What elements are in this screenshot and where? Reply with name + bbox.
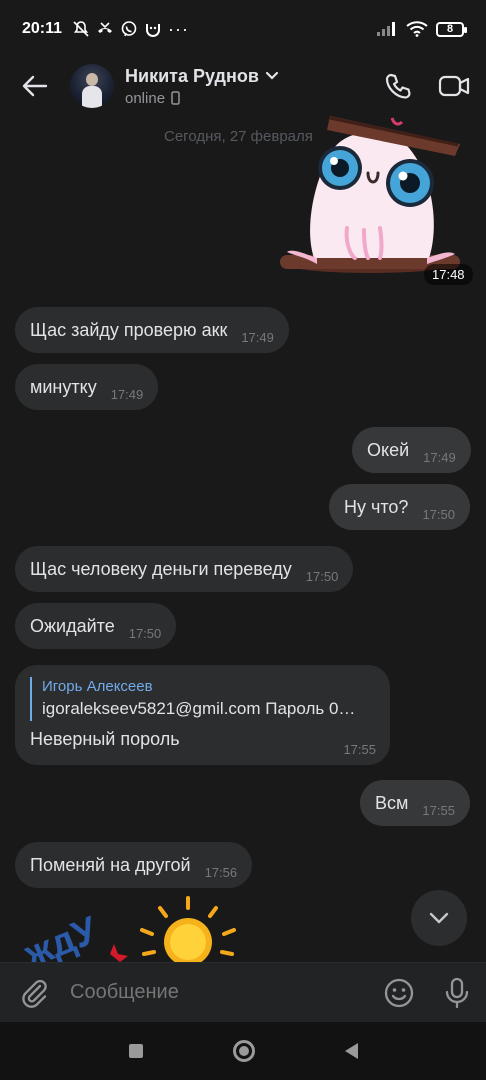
message-text: Щас зайду проверю акк	[30, 319, 228, 340]
message-bubble[interactable]: Всм 17:55	[360, 780, 470, 826]
message-text: Окей	[367, 439, 410, 460]
message-bubble[interactable]: Щас человеку деньги переведу 17:50	[15, 546, 354, 592]
phone-icon[interactable]	[384, 72, 412, 100]
sticker-timestamp: 17:48	[424, 264, 473, 285]
avatar[interactable]	[70, 64, 114, 108]
viber-icon	[121, 21, 137, 37]
sticker-waiting-image[interactable]: ждУ	[20, 894, 250, 962]
signal-icon	[377, 22, 395, 36]
voice-message-button[interactable]	[428, 963, 486, 1023]
message-bubble[interactable]: Ну что? 17:50	[329, 484, 470, 530]
message-text: Ну что?	[344, 496, 409, 517]
chevron-down-icon	[265, 71, 279, 80]
sticker-caption: ждУ	[20, 909, 104, 962]
battery-indicator: 8	[436, 21, 467, 37]
paperclip-icon	[22, 979, 47, 1008]
message-time: 17:55	[343, 742, 376, 757]
quoted-author: Игорь Алексеев	[42, 678, 153, 695]
wifi-icon	[406, 21, 428, 37]
scroll-to-bottom-button[interactable]	[411, 890, 467, 946]
recents-button[interactable]	[128, 1044, 143, 1058]
message-text: Щас человеку деньги переведу	[30, 558, 292, 579]
status-bar: 20:11 ··· 8	[0, 0, 486, 58]
system-back-button[interactable]	[344, 1043, 358, 1059]
back-button[interactable]	[0, 58, 70, 114]
message-text: минутку	[30, 376, 97, 397]
message-bubble[interactable]: Ожидайте 17:50	[15, 603, 177, 649]
more-notifications-icon: ···	[168, 18, 190, 39]
message-time: 17:49	[241, 329, 274, 345]
message-time: 17:50	[422, 506, 455, 522]
quoted-message[interactable]: Игорь Алексеев igoralekseev5821@gmil.com…	[30, 677, 375, 721]
message-time: 17:50	[128, 625, 162, 641]
arrow-left-icon	[22, 75, 48, 97]
message-text: Неверный пороль	[30, 729, 180, 749]
chevron-down-icon	[429, 912, 449, 924]
message-text: Поменяй на другой	[30, 854, 191, 875]
quoted-text: igoralekseev5821@gmil.com Пароль 0…	[42, 699, 356, 718]
emoji-button[interactable]	[370, 963, 428, 1023]
message-time: 17:55	[422, 802, 455, 818]
message-list[interactable]: Сегодня, 27 февраля 17:48 Щас зайду пров…	[0, 114, 486, 962]
reply-message-bubble[interactable]: Игорь Алексеев igoralekseev5821@gmil.com…	[15, 665, 390, 765]
contact-info[interactable]: Никита Руднов online	[125, 66, 279, 107]
message-bubble[interactable]: Поменяй на другой 17:56	[15, 842, 253, 888]
bell-muted-icon	[73, 21, 89, 37]
sticker-ghost-image[interactable]	[272, 114, 468, 284]
missed-call-icon	[98, 22, 113, 33]
contact-name: Никита Руднов	[125, 65, 259, 86]
message-time: 17:56	[204, 864, 238, 880]
video-camera-icon[interactable]	[438, 73, 470, 99]
message-bubble[interactable]: Щас зайду проверю акк 17:49	[15, 307, 289, 353]
message-text: Всм	[375, 792, 409, 813]
message-composer	[0, 962, 486, 1022]
message-time: 17:50	[305, 568, 339, 584]
microphone-icon	[445, 977, 469, 1008]
home-button[interactable]	[232, 1040, 255, 1062]
app-notification-icon	[146, 24, 161, 37]
mobile-device-icon	[171, 91, 180, 105]
message-time: 17:49	[423, 449, 456, 465]
contact-status: online	[125, 89, 166, 107]
message-bubble[interactable]: минутку 17:49	[15, 364, 159, 410]
system-navigation-bar	[0, 1022, 486, 1080]
attach-button[interactable]	[0, 963, 70, 1023]
message-input[interactable]	[70, 981, 370, 1004]
smiley-icon	[384, 978, 414, 1007]
message-text: Ожидайте	[30, 615, 115, 636]
chat-header: Никита Руднов online	[0, 58, 486, 114]
message-bubble[interactable]: Окей 17:49	[352, 427, 471, 473]
message-time: 17:49	[110, 386, 144, 402]
clock: 20:11	[22, 20, 63, 37]
